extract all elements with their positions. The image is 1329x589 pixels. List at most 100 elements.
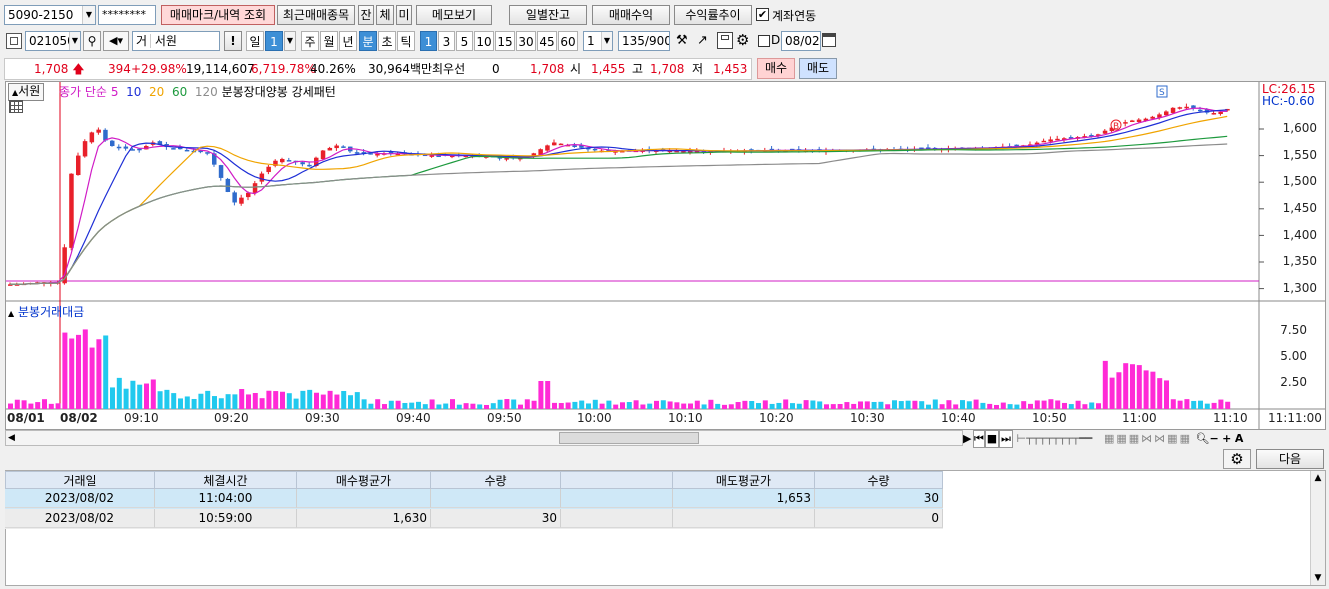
gear-icon[interactable]: ⚙ — [1223, 449, 1251, 469]
save-icon[interactable] — [717, 32, 733, 49]
candle — [266, 166, 271, 173]
volume-bar — [647, 403, 653, 409]
period-minute[interactable]: 분 — [359, 31, 377, 51]
table-icon[interactable] — [9, 100, 23, 113]
chevron-up-icon[interactable]: ▲ — [1311, 471, 1325, 485]
volume-bar — [1028, 403, 1033, 409]
stock-code-combo[interactable]: 021050 ▼ — [25, 31, 81, 51]
recent-trades-button[interactable]: 최근매매종목 — [277, 5, 355, 25]
best-quote-value: 0 — [492, 62, 500, 76]
cell-sell-avg: 1,653 — [673, 489, 815, 508]
volume-bar — [14, 399, 20, 409]
filled-button[interactable]: 체 — [376, 5, 394, 25]
volume-bar — [1177, 400, 1183, 409]
col-header-time[interactable]: 체결시간 — [154, 471, 297, 489]
memo-button[interactable]: 메모보기 — [416, 5, 492, 25]
volume-bar — [205, 390, 211, 409]
period-tick[interactable]: 틱 — [397, 31, 415, 51]
bar-count-field[interactable]: 135/900 — [618, 31, 670, 51]
minute-value-combo[interactable]: 1 ▼ — [583, 31, 613, 51]
speaker-icon[interactable]: ◀▾ — [103, 31, 129, 51]
sell-button[interactable]: 매도 — [799, 58, 837, 79]
buy-button[interactable]: 매수 — [757, 58, 795, 79]
trade-profit-button[interactable]: 매매수익 — [592, 5, 670, 25]
minute-preset-30[interactable]: 30 — [516, 31, 536, 51]
volume-bar — [21, 400, 27, 409]
candlestick-chart[interactable]: BS — [6, 82, 1325, 429]
scrollbar-thumb[interactable] — [559, 432, 699, 444]
balance-button[interactable]: 잔 — [358, 5, 374, 25]
return-trend-button[interactable]: 수익률추이 — [674, 5, 752, 25]
volume-bar — [1055, 400, 1061, 409]
volume-bar — [953, 404, 959, 409]
period-day-count[interactable]: 1 — [265, 31, 283, 51]
candle — [116, 146, 122, 149]
col-header-sell-avg[interactable]: 매도평균가 — [672, 471, 815, 489]
volume-bar — [225, 394, 231, 409]
time-tick: 09:10 — [124, 411, 159, 425]
chart-tools-icon[interactable]: ⚒ — [676, 32, 696, 50]
unfilled-button[interactable]: 미 — [396, 5, 412, 25]
price-change: 394 — [108, 62, 131, 76]
col-header-buy-avg[interactable]: 매수평균가 — [296, 471, 431, 489]
volume-bar — [259, 398, 265, 409]
volume-bar — [402, 402, 408, 409]
password-field[interactable]: ******** — [98, 5, 156, 25]
daily-balance-button[interactable]: 일별잔고 — [509, 5, 587, 25]
minute-preset-5[interactable]: 5 — [456, 31, 473, 51]
minute-preset-10[interactable]: 10 — [474, 31, 494, 51]
volume-bar — [116, 377, 122, 409]
col-header-buy-qty[interactable]: 수량 — [430, 471, 561, 489]
date-field[interactable]: 08/02 — [781, 31, 821, 51]
draw-icon[interactable]: ↗ — [697, 32, 715, 50]
stock-name-field[interactable]: 거 서원 — [132, 31, 220, 51]
trade-mark-lookup-button[interactable]: 매매마크/내역 조회 — [161, 5, 275, 25]
chevron-down-icon[interactable]: ▼ — [284, 31, 296, 51]
minute-preset-60[interactable]: 60 — [558, 31, 578, 51]
minute-preset-15[interactable]: 15 — [495, 31, 515, 51]
volume-bar — [708, 399, 714, 409]
col-header-sell-qty[interactable]: 수량 — [814, 471, 943, 489]
volume-bar — [878, 401, 884, 409]
chevron-down-icon[interactable]: ▼ — [1311, 571, 1325, 585]
chart-nav-controls[interactable]: ▶ ⏮ ■ ⏭ ⊢┬┬┬┬┬┬┬┬━━ ▦▦▦⋈⋈▦▦ 🔍︎− + A — [963, 430, 1329, 448]
search-icon[interactable]: ⚲ — [83, 31, 101, 51]
first-icon: ⏮ — [973, 430, 985, 448]
volume-bar — [830, 404, 836, 409]
volume-bar — [545, 381, 551, 409]
period-day[interactable]: 일 — [246, 31, 264, 51]
period-year[interactable]: 년 — [339, 31, 357, 51]
table-scrollbar[interactable]: ▲ ▼ — [1310, 471, 1325, 585]
volume-bar — [82, 329, 88, 409]
period-second[interactable]: 초 — [378, 31, 396, 51]
last-icon: ⏭ — [999, 430, 1013, 448]
volume-bar — [232, 394, 238, 409]
best-ask: 1,708 — [530, 62, 565, 76]
layout-icon[interactable] — [6, 33, 22, 49]
volume-bar — [1136, 365, 1142, 409]
volume-bar — [1218, 399, 1224, 409]
account-link-checkbox[interactable]: ✔ — [756, 8, 769, 21]
chevron-down-icon[interactable]: ▼ — [601, 32, 612, 50]
next-button[interactable]: 다음 — [1256, 449, 1324, 469]
cell-buy-avg — [297, 489, 431, 508]
minute-preset-1[interactable]: 1 — [420, 31, 437, 51]
gear-icon[interactable]: ⚙ — [736, 31, 754, 49]
date-checkbox[interactable] — [758, 35, 770, 47]
account-combo[interactable]: 5090-2150 ▼ — [4, 5, 96, 25]
period-month[interactable]: 월 — [320, 31, 338, 51]
period-week[interactable]: 주 — [301, 31, 319, 51]
legend-pattern: 분봉장대양봉 강세패턴 — [221, 85, 336, 99]
chevron-down-icon[interactable]: ▼ — [82, 6, 95, 24]
alert-button[interactable]: ! — [224, 31, 242, 51]
volume-bar — [443, 403, 449, 409]
volume-bar — [1034, 400, 1040, 409]
chart-area[interactable]: BS — [5, 81, 1326, 430]
calendar-icon[interactable] — [822, 33, 836, 47]
chart-scrollbar[interactable]: ◀ — [5, 430, 963, 446]
minute-preset-45[interactable]: 45 — [537, 31, 557, 51]
chevron-down-icon[interactable]: ▼ — [69, 32, 80, 50]
minute-preset-3[interactable]: 3 — [438, 31, 455, 51]
col-header-date[interactable]: 거래일 — [5, 471, 155, 489]
cell-time: 10:59:00 — [155, 509, 297, 528]
